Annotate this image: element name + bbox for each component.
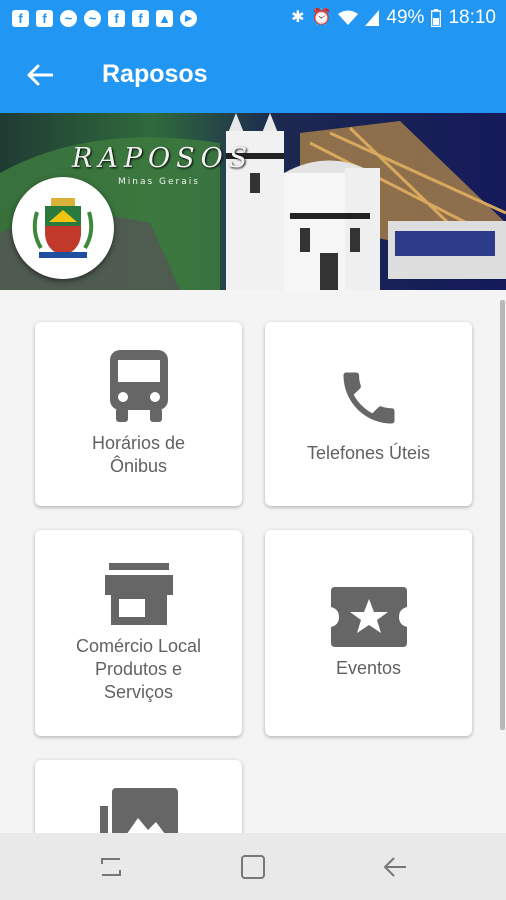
bluetooth-icon: ✱ xyxy=(291,9,305,26)
page-title: Raposos xyxy=(102,60,208,88)
menu-item-local-commerce[interactable]: Comércio Local Produtos e Serviços xyxy=(35,530,242,736)
menu-item-gallery[interactable] xyxy=(35,760,242,833)
menu-item-label: Eventos xyxy=(335,657,402,678)
scrollbar[interactable] xyxy=(500,300,505,730)
status-bar: f f ~ ~ f f ▲ ▸ ✱ ⏰ 49% 18:10 xyxy=(0,0,506,36)
home-icon xyxy=(241,854,265,879)
signal-icon xyxy=(365,10,380,26)
menu-item-label: Horários de Ônibus xyxy=(91,433,186,476)
battery-icon xyxy=(431,9,442,27)
menu-item-label: Comércio Local Produtos e Serviços xyxy=(75,635,202,702)
phone-icon xyxy=(335,364,403,432)
cast-icon: ▸ xyxy=(180,9,197,27)
banner-subtitle: Minas Gerais xyxy=(118,177,200,187)
alarm-icon: ⏰ xyxy=(311,9,332,26)
menu-item-events[interactable]: Eventos xyxy=(265,530,472,736)
nav-back-button[interactable] xyxy=(365,842,425,892)
gallery-icon: ▲ xyxy=(156,9,173,27)
messenger-icon: ~ xyxy=(60,9,77,27)
clock: 18:10 xyxy=(448,7,496,28)
back-arrow-icon xyxy=(383,856,406,877)
facebook-icon: f xyxy=(108,9,125,27)
back-button[interactable] xyxy=(0,36,80,113)
arrow-left-icon xyxy=(27,64,53,85)
ticket-icon xyxy=(330,586,407,647)
messenger-icon: ~ xyxy=(84,9,101,27)
menu-item-bus-schedules[interactable]: Horários de Ônibus xyxy=(35,322,242,506)
store-icon xyxy=(104,562,173,625)
facebook-icon: f xyxy=(132,9,149,27)
menu-item-useful-phones[interactable]: Telefones Úteis xyxy=(265,322,472,506)
app-bar: Raposos xyxy=(0,36,506,113)
system-nav-bar xyxy=(0,833,506,900)
photo-gallery-icon xyxy=(99,788,178,833)
coat-of-arms-logo xyxy=(12,177,114,279)
menu-grid: Horários de Ônibus Telefones Úteis Comér… xyxy=(0,290,506,833)
banner-title: RAPOSOS xyxy=(72,143,254,174)
bus-icon xyxy=(108,350,170,422)
header-banner: RAPOSOS Minas Gerais xyxy=(0,113,506,290)
recent-apps-icon xyxy=(101,857,121,876)
recent-apps-button[interactable] xyxy=(81,842,141,892)
system-indicators: ✱ ⏰ 49% 18:10 xyxy=(291,7,496,29)
home-button[interactable] xyxy=(223,842,283,892)
facebook-icon: f xyxy=(12,9,29,27)
wifi-icon xyxy=(338,10,359,25)
coat-of-arms-icon xyxy=(32,198,94,258)
notification-icons: f f ~ ~ f f ▲ ▸ xyxy=(12,9,197,27)
facebook-icon: f xyxy=(36,9,53,27)
menu-item-label: Telefones Úteis xyxy=(306,442,431,463)
battery-percent: 49% xyxy=(386,7,425,28)
